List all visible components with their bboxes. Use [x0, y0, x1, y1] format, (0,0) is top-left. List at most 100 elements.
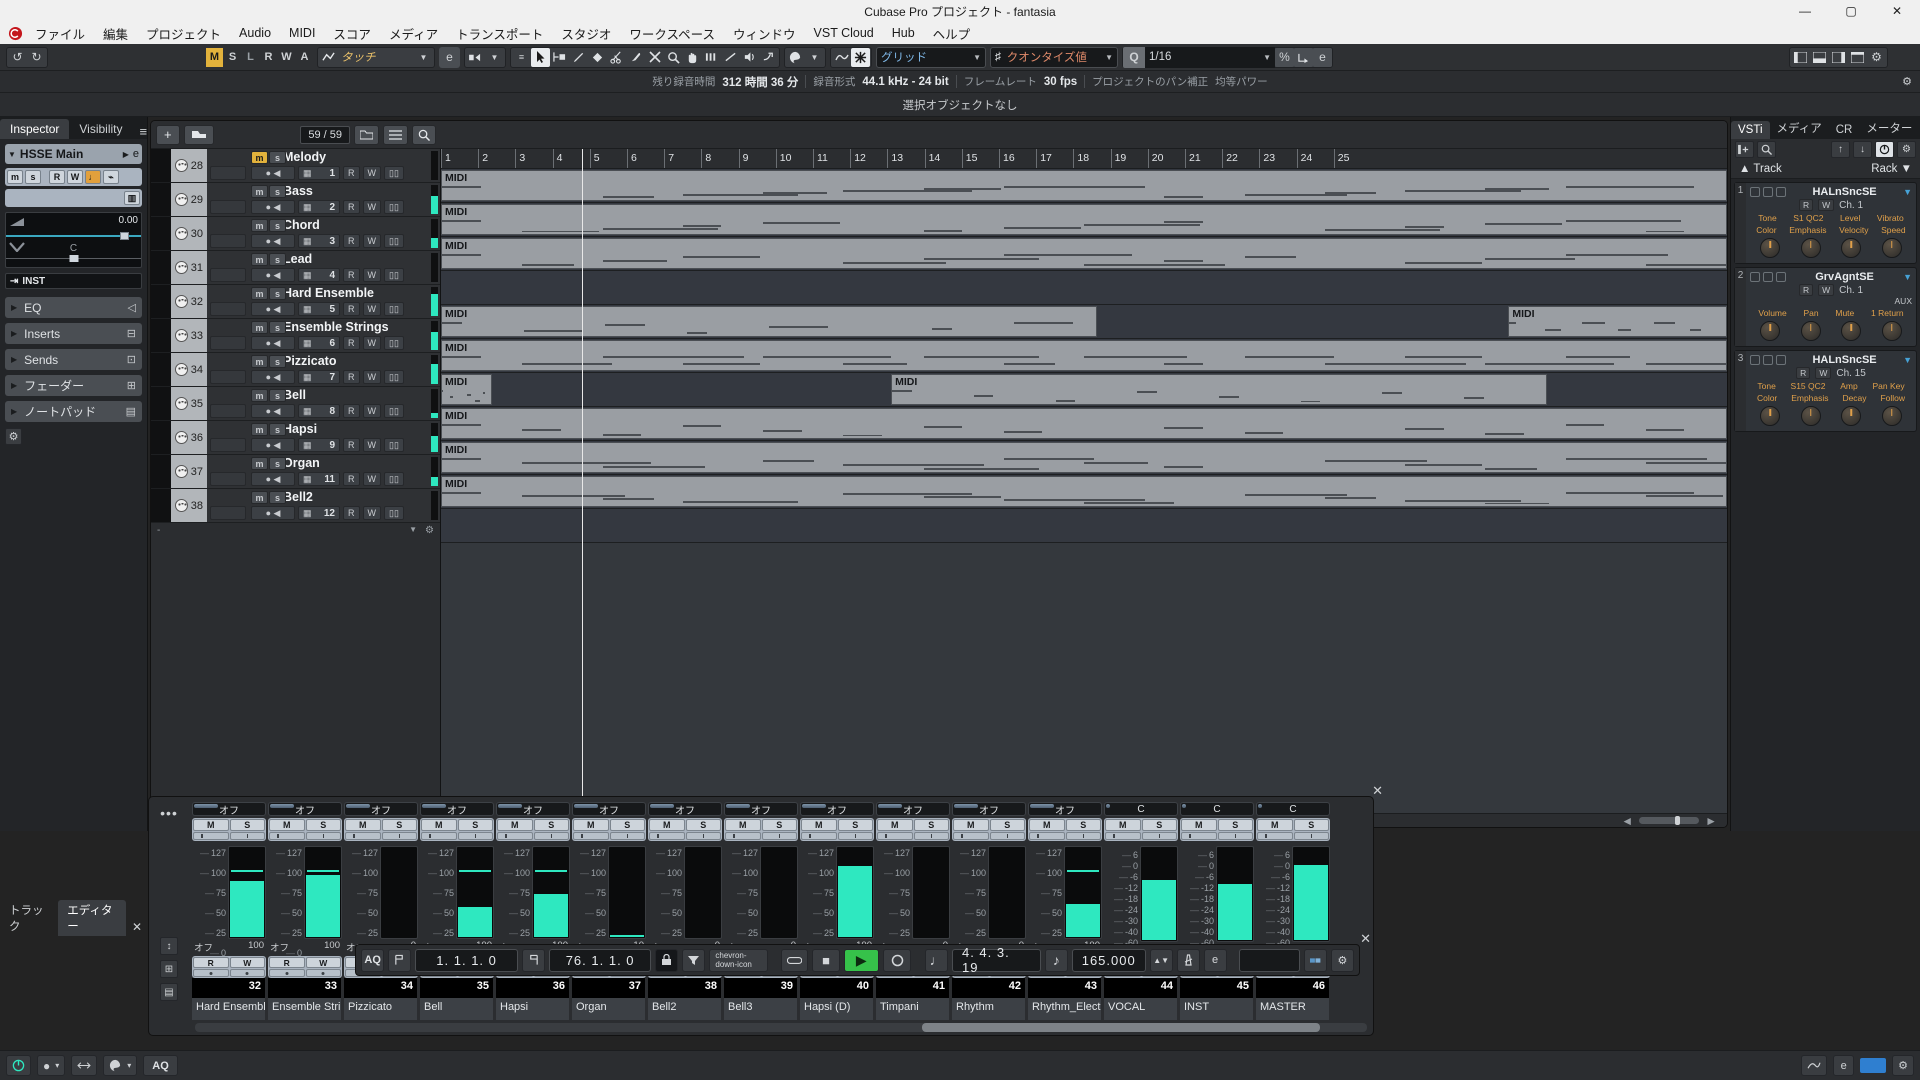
channel-pan-slider[interactable]	[497, 832, 533, 840]
output-routing-button[interactable]: オフ	[572, 802, 646, 817]
track-color-box[interactable]	[210, 200, 246, 214]
tab-tracks[interactable]: トラック	[0, 900, 58, 936]
mixer-channel-strip[interactable]: オフMS1271007550250オフ100RW	[268, 802, 342, 978]
rack-edit-icon[interactable]	[1763, 272, 1773, 282]
tool-comp-icon[interactable]	[702, 48, 721, 67]
track-color-box[interactable]	[210, 370, 246, 384]
tab-visibility[interactable]: Visibility	[69, 119, 132, 139]
track-mute-button[interactable]: m	[251, 321, 268, 334]
rack-chevron-down-icon[interactable]: ▼	[1903, 355, 1912, 365]
rack-knob[interactable]	[1760, 406, 1781, 426]
menu-score[interactable]: スコア	[324, 22, 380, 45]
rack-param-label[interactable]: Volume	[1758, 308, 1786, 318]
channel-solo-button[interactable]: S	[457, 819, 493, 831]
track-record-enable-icon[interactable]: ● ◀	[251, 370, 295, 384]
rack-power-toggle-icon[interactable]	[1750, 187, 1760, 197]
tempo-display[interactable]: 165.000	[1071, 948, 1146, 972]
channel-pan-slider[interactable]	[1257, 832, 1293, 840]
inspector-edit-icon[interactable]: e	[133, 148, 139, 160]
channel-mute-button[interactable]: M	[193, 819, 229, 831]
send-icon[interactable]: ⊡	[127, 353, 136, 366]
track-solo-button[interactable]: s	[269, 389, 286, 402]
midi-part[interactable]: MIDI	[441, 340, 1727, 371]
insert-icon[interactable]: ⊟	[127, 327, 136, 340]
channel-pan-slider[interactable]	[573, 832, 609, 840]
channel-solo-button[interactable]: S	[989, 819, 1025, 831]
transport-chevron-down-icon[interactable]: chevron-down-icon	[709, 948, 768, 972]
track-lane[interactable]: MIDI	[441, 339, 1727, 373]
channel-pan-slider[interactable]	[345, 832, 381, 840]
midi-part[interactable]: MIDI	[441, 476, 1727, 507]
track-lane-icon[interactable]: ▯▯	[384, 200, 404, 214]
status-power-icon[interactable]	[6, 1055, 31, 1076]
tab-inspector[interactable]: Inspector	[0, 119, 70, 139]
menu-edit[interactable]: 編集	[94, 22, 137, 45]
time-signature-display[interactable]: 4. 4. 3. 19	[951, 945, 1041, 975]
channel-pan-knob[interactable]	[193, 969, 229, 977]
channel-meter[interactable]	[1064, 846, 1102, 939]
rack-knob[interactable]	[1881, 321, 1902, 341]
track-read-automation-icon[interactable]: R	[343, 506, 360, 520]
rack-col-track[interactable]: ▲ Track	[1739, 163, 1782, 175]
channel-meter[interactable]	[608, 846, 646, 939]
rack-col-rack[interactable]: Rack ▼	[1871, 163, 1912, 175]
rack-edit-icon[interactable]	[1763, 187, 1773, 197]
volume-fader-handle[interactable]	[535, 870, 567, 873]
tab-vsti[interactable]: VSTi	[1731, 121, 1770, 139]
tool-zoom-icon[interactable]	[664, 48, 683, 67]
channel-name-label[interactable]: Pizzicato	[344, 998, 418, 1020]
track-lane[interactable]: MIDI MIDI	[441, 373, 1727, 407]
lower-zone-close-icon[interactable]: ✕	[126, 918, 148, 936]
output-routing-button[interactable]: オフ	[1028, 802, 1102, 817]
track-midi-channel[interactable]: ▦ 5	[298, 302, 340, 316]
track-list-footer-icons[interactable]: ▼ ⚙	[409, 525, 434, 536]
tab-editor-lower[interactable]: エディター	[58, 900, 126, 936]
track-write-automation-icon[interactable]: W	[362, 506, 381, 520]
tool-warp-icon[interactable]	[759, 48, 778, 67]
rack-instrument-name[interactable]: HALnSncSE	[1789, 186, 1900, 198]
channel-mute-button[interactable]: M	[269, 819, 305, 831]
track-row[interactable]: 35 Bell m s ● ◀ ▦ 8 R W ▯▯	[151, 387, 440, 421]
channel-mute-button[interactable]: M	[801, 819, 837, 831]
vsti-rack-slot[interactable]: 1 HALnSncSE ▼ R W Ch. 1 Tone S1 QC2 Level Vibrato…	[1734, 182, 1917, 264]
inspector-settings-gear-icon[interactable]: ⚙	[5, 428, 22, 445]
minimize-button[interactable]: —	[1782, 0, 1828, 22]
sync-edit-icon[interactable]: e	[1203, 948, 1227, 972]
rack-param-label[interactable]: Speed	[1881, 225, 1906, 235]
cycle-button[interactable]	[781, 948, 809, 972]
mixer-channel-strip[interactable]: オフMS1271007550250オフ100RW	[192, 802, 266, 978]
track-row[interactable]: 30 Chord m s ● ◀ ▦ 3 R W ▯▯	[151, 217, 440, 251]
transport-meter-icon[interactable]	[1303, 948, 1327, 972]
track-row[interactable]: 29 Bass m s ● ◀ ▦ 2 R W ▯▯	[151, 183, 440, 217]
tool-mute-icon[interactable]	[645, 48, 664, 67]
rack-param-label[interactable]: Level	[1840, 213, 1860, 223]
close-button[interactable]: ✕	[1874, 0, 1920, 22]
rack-param-label[interactable]: Color	[1757, 393, 1777, 403]
track-lane-icon[interactable]: ▯▯	[384, 234, 404, 248]
transport-extra-display[interactable]	[1238, 948, 1300, 972]
rack-param-label[interactable]: Amp	[1840, 381, 1857, 391]
tool-line-icon[interactable]	[721, 48, 740, 67]
channel-mute-button[interactable]: M	[1029, 819, 1065, 831]
track-write-automation-icon[interactable]: W	[362, 166, 381, 180]
redo-icon[interactable]: ↻	[27, 48, 46, 67]
automation-icon[interactable]	[319, 48, 338, 67]
inspector-channel-header[interactable]: ▼ HSSE Main ▶ e	[5, 144, 142, 164]
channel-name-label[interactable]: Bell3	[724, 998, 798, 1020]
channel-meter[interactable]	[912, 846, 950, 939]
rack-knob[interactable]	[1881, 238, 1902, 258]
lock-icon[interactable]	[655, 948, 679, 972]
tool-draw-pencil-icon[interactable]	[569, 48, 588, 67]
track-solo-button[interactable]: s	[269, 287, 286, 300]
track-lane-icon[interactable]: ▯▯	[384, 438, 404, 452]
midi-part[interactable]: MIDI	[441, 306, 1097, 337]
transport-close-icon[interactable]: ✕	[1360, 931, 1371, 947]
grid-type-combo[interactable]: グリッド ▼	[876, 46, 986, 68]
track-read-automation-icon[interactable]: R	[343, 200, 360, 214]
output-routing-button[interactable]: オフ	[952, 802, 1026, 817]
inspector-section-fader[interactable]: ▶ フェーダー ⊞	[5, 375, 142, 396]
track-midi-channel[interactable]: ▦ 9	[298, 438, 340, 452]
channel-meter[interactable]	[456, 846, 494, 939]
rack-settings-gear-icon[interactable]: ⚙	[1897, 141, 1916, 158]
rack-knob[interactable]	[1841, 321, 1862, 341]
